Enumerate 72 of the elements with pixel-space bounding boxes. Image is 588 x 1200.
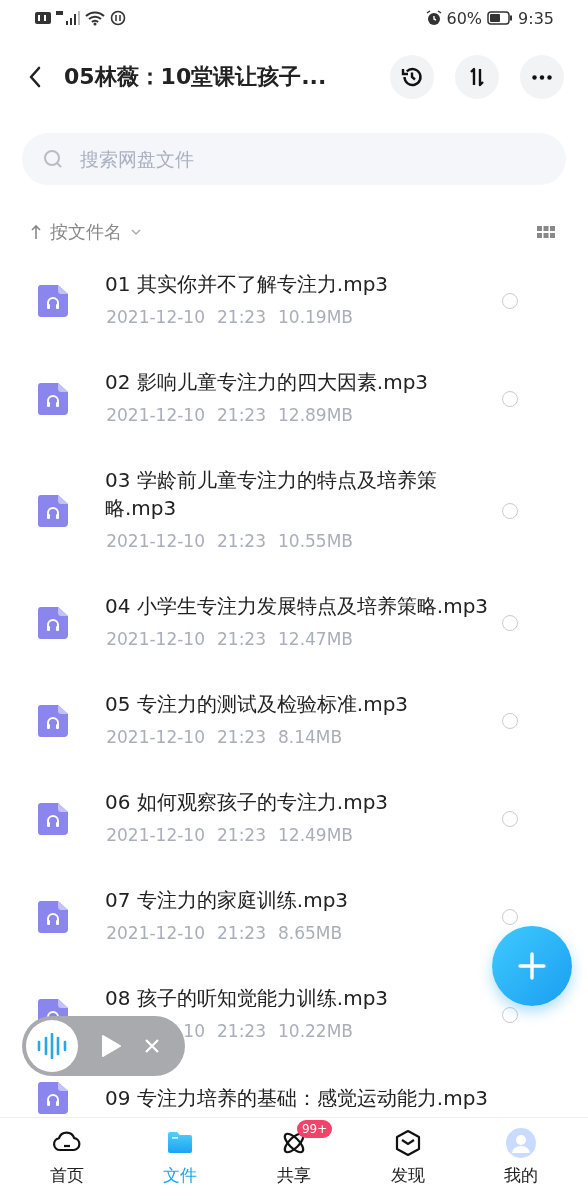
file-name[interactable]: 05 专注力的测试及检验标准.mp3 xyxy=(105,690,490,718)
file-name[interactable]: 09 专注力培养的基础：感觉运动能力.mp3 xyxy=(105,1084,490,1112)
page-title: 05林薇：10堂课让孩子... xyxy=(64,63,328,91)
file-date: 2021-12-10 xyxy=(105,628,205,651)
file-date: 10 xyxy=(182,1020,205,1043)
signal-icon xyxy=(56,10,80,26)
nav-tab[interactable]: 发现 xyxy=(362,1118,453,1200)
file-time: 21:23 xyxy=(217,306,266,329)
wifi-icon xyxy=(85,10,105,26)
file-size: 8.65MB xyxy=(278,922,343,945)
file-size: 10.19MB xyxy=(278,306,353,329)
search-bar[interactable]: 搜索网盘文件 xyxy=(22,133,566,185)
file-name[interactable]: 01 其实你并不了解专注力.mp3 xyxy=(105,270,490,298)
plus-icon xyxy=(517,951,547,981)
more-icon xyxy=(532,74,552,80)
file-time: 21:23 xyxy=(217,628,266,651)
audio-file-icon xyxy=(38,285,68,317)
close-icon[interactable] xyxy=(144,1038,160,1054)
file-time: 21:23 xyxy=(217,404,266,427)
file-name[interactable]: 02 影响儿童专注力的四大因素.mp3 xyxy=(105,368,490,396)
audio-file-icon xyxy=(38,1082,68,1114)
file-size: 12.49MB xyxy=(278,824,353,847)
file-time: 21:23 xyxy=(217,922,266,945)
file-date: 2021-12-10 xyxy=(105,824,205,847)
audio-file-icon xyxy=(38,705,68,737)
file-name[interactable]: 04 小学生专注力发展特点及培养策略.mp3 xyxy=(105,592,490,620)
history-button[interactable] xyxy=(390,55,434,99)
audio-file-icon xyxy=(38,607,68,639)
search-field[interactable]: 搜索网盘文件 xyxy=(78,147,546,171)
file-name[interactable]: 08 孩子的听知觉能力训练.mp3 xyxy=(105,984,490,1012)
add-button[interactable] xyxy=(492,926,572,1006)
waveform-icon[interactable] xyxy=(36,1033,68,1059)
nav-tab[interactable]: 我的 xyxy=(476,1118,567,1200)
alarm-icon xyxy=(425,10,442,26)
file-name[interactable]: 03 学龄前儿童专注力的特点及培养策略.mp3 xyxy=(105,466,490,522)
file-size: 8.14MB xyxy=(278,726,343,749)
file-name[interactable]: 07 专注力的家庭训练.mp3 xyxy=(105,886,490,914)
sort-label[interactable]: 按文件名 xyxy=(50,220,122,244)
count-badge: 99+ xyxy=(297,1120,333,1138)
file-size: 12.47MB xyxy=(278,628,353,651)
file-date: 2021-12-10 xyxy=(105,530,205,553)
file-size: 10.55MB xyxy=(278,530,353,553)
file-time: 21:23 xyxy=(217,824,266,847)
play-icon[interactable] xyxy=(100,1034,122,1058)
history-icon xyxy=(400,65,424,89)
back-icon[interactable] xyxy=(28,66,42,88)
battery-percent: 60% xyxy=(446,8,483,28)
search-icon xyxy=(42,148,64,170)
nav-tab[interactable]: 99+ 共享 xyxy=(249,1118,339,1200)
grid-view-icon[interactable] xyxy=(536,225,556,239)
file-time: 21:23 xyxy=(217,1020,266,1043)
avatar-icon xyxy=(506,1128,537,1158)
audio-file-icon xyxy=(38,901,68,933)
up-arrow-icon xyxy=(30,224,42,240)
file-date: 2021-12-10 xyxy=(105,306,205,329)
file-size: 10.22MB xyxy=(278,1020,353,1043)
chevron-down-icon xyxy=(130,228,142,236)
audio-file-icon xyxy=(38,383,68,415)
file-name[interactable]: 06 如何观察孩子的专注力.mp3 xyxy=(105,788,490,816)
file-size: 12.89MB xyxy=(278,404,353,427)
file-date: 2021-12-10 xyxy=(105,726,205,749)
clock: 9:35 xyxy=(518,8,554,28)
file-date: 2021-12-10 xyxy=(105,922,205,945)
file-date: 2021-12-10 xyxy=(105,404,205,427)
file-time: 21:23 xyxy=(217,530,266,553)
audio-file-icon xyxy=(38,495,68,527)
battery-icon xyxy=(487,11,514,25)
sort-button[interactable] xyxy=(455,55,499,99)
file-time: 21:23 xyxy=(217,726,266,749)
audio-file-icon xyxy=(38,803,68,835)
more-button[interactable] xyxy=(520,55,564,99)
nav-tab[interactable]: 首页 xyxy=(21,1118,112,1200)
